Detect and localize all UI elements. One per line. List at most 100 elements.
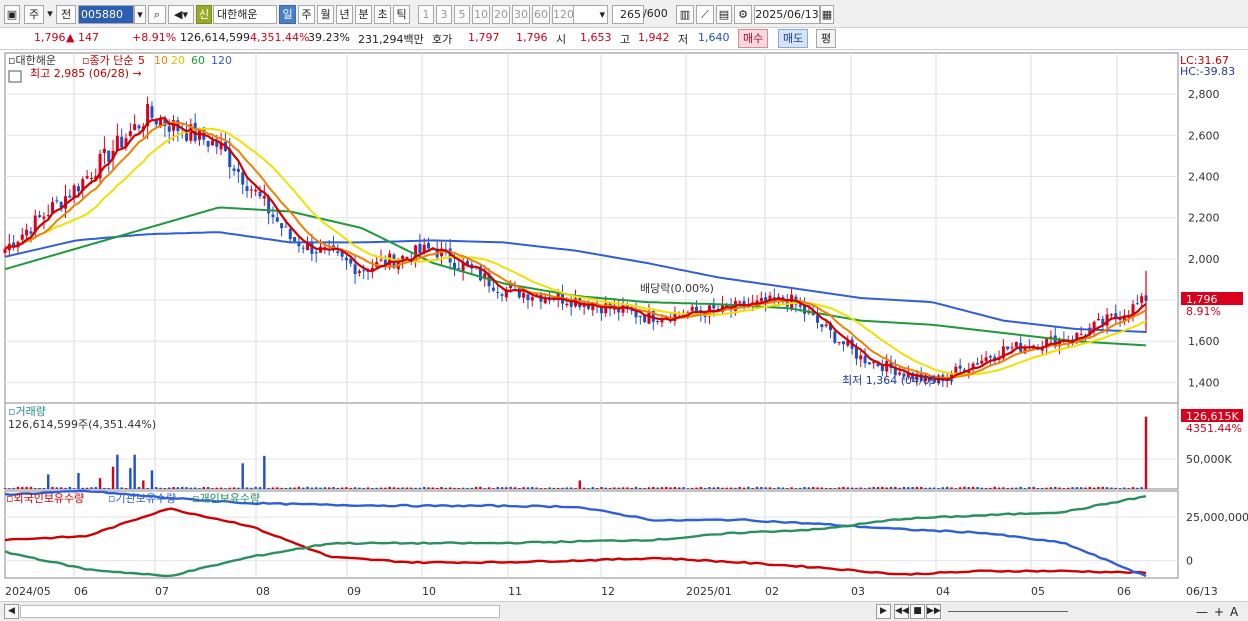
interval-button-10[interactable]: 10 [472, 5, 490, 24]
interval-button-30[interactable]: 30 [512, 5, 530, 24]
candle-body [89, 178, 93, 180]
volume-bar [107, 487, 110, 489]
type-button[interactable]: 주 [24, 5, 44, 24]
scroll-right-icon[interactable]: ▶ [876, 604, 891, 619]
volume-bar [232, 487, 236, 489]
period-button-0[interactable]: 일 [279, 5, 296, 24]
volume-bar [803, 487, 806, 489]
table-icon [8, 70, 22, 83]
volume-bar [388, 486, 391, 489]
volume-bar [872, 486, 875, 489]
save-icon[interactable]: ▤ [716, 5, 732, 24]
scroll-thumb[interactable] [20, 605, 500, 618]
candle-body [245, 186, 249, 191]
volume-bar [25, 486, 28, 489]
volume-bar [1110, 487, 1113, 489]
candle-body [1010, 347, 1014, 349]
candle-body [336, 251, 340, 253]
candle-body [85, 176, 89, 179]
volume-bar [513, 487, 517, 489]
volume-bar [816, 487, 819, 489]
candle-body [1096, 318, 1100, 321]
search-icon[interactable]: ⌕ [148, 5, 166, 24]
zoom-out-icon[interactable]: — [1196, 605, 1208, 619]
volume-bar [518, 487, 521, 489]
candle-body [1092, 321, 1096, 329]
forward-icon[interactable]: ▶▶ [926, 604, 941, 619]
volume-bar [314, 487, 318, 489]
candle-body [107, 150, 111, 162]
candle-body [293, 237, 297, 242]
period-button-3[interactable]: 년 [336, 5, 353, 24]
interval-button-1[interactable]: 1 [418, 5, 434, 24]
volume-bar [241, 463, 244, 489]
period-button-2[interactable]: 월 [317, 5, 334, 24]
candle-body [249, 189, 253, 191]
volume-bar [193, 487, 197, 489]
volume-bar [1075, 487, 1079, 489]
volume-bar [863, 488, 867, 489]
zoom-slider[interactable] [948, 611, 1068, 612]
volume-bar [68, 486, 72, 489]
candle-body [790, 294, 794, 309]
rewind-icon[interactable]: ◀◀ [894, 604, 909, 619]
interval-button-120[interactable]: 120 [552, 5, 574, 24]
candle-body [20, 234, 24, 240]
interval-button-5[interactable]: 5 [454, 5, 470, 24]
current-price: 1,796 [34, 31, 66, 44]
scroll-left-icon[interactable]: ◀ [4, 604, 19, 619]
candle-body [1140, 296, 1144, 303]
candle-body [837, 341, 841, 343]
period-button-1[interactable]: 주 [298, 5, 315, 24]
zoom-in-icon[interactable]: + [1214, 605, 1224, 619]
volume-bar [336, 487, 339, 489]
period-button-5[interactable]: 초 [374, 5, 391, 24]
bar-chart-icon[interactable]: ▥ [676, 5, 694, 24]
x-tick-label: 06 [1117, 585, 1131, 598]
volume: 126,614,599 [180, 31, 250, 44]
line-tool-icon[interactable]: ⟋ [696, 5, 714, 24]
stock-code-input[interactable]: 005880 [78, 5, 134, 24]
volume-bar [742, 487, 746, 489]
interval-input[interactable]: ▾ [572, 5, 608, 24]
candle-body [357, 271, 361, 274]
chart-area[interactable]: 1,4001,6001,8002,0002,2002,4002,6002,800… [0, 51, 1248, 619]
chevron-down-icon[interactable]: ▾ [134, 5, 146, 24]
volume-bar [319, 487, 322, 489]
period-button-6[interactable]: 틱 [393, 5, 410, 24]
sell-button[interactable]: 매도 [778, 29, 809, 48]
holdings-y-tick-label: 25,000,000 [1186, 511, 1248, 524]
scroll-bar[interactable]: ◀ ▶ ◀◀ ■ ▶▶ — + A [0, 601, 1248, 621]
eval-button[interactable]: 평 [816, 29, 837, 48]
sound-icon[interactable]: ◀▾ [168, 5, 194, 24]
font-size-icon[interactable]: A [1230, 605, 1238, 619]
volume-bar [885, 487, 888, 489]
volume-bar [509, 486, 512, 489]
volume-bar [276, 487, 279, 489]
gear-icon[interactable]: ⚙ [734, 5, 752, 24]
chart-svg[interactable]: 1,4001,6001,8002,0002,2002,4002,6002,800… [0, 51, 1248, 601]
prev-button[interactable]: 전 [56, 5, 76, 24]
volume-bar [902, 486, 906, 489]
candle-body [958, 365, 962, 369]
volume-bar [790, 487, 793, 489]
volume-bar [954, 488, 958, 489]
volume-bar [150, 470, 154, 489]
period-button-4[interactable]: 분 [355, 5, 372, 24]
volume-bar [933, 487, 936, 489]
window-icon[interactable]: ▣ [4, 5, 20, 24]
chevron-down-icon[interactable]: ▾ [46, 5, 54, 24]
buy-button[interactable]: 매수 [738, 29, 769, 48]
candle-body [115, 135, 119, 151]
calendar-icon[interactable]: ▦ [820, 5, 834, 24]
candle-body [975, 363, 979, 365]
interval-button-60[interactable]: 60 [532, 5, 550, 24]
interval-button-20[interactable]: 20 [492, 5, 510, 24]
date-input[interactable]: 2025/06/13 [754, 5, 820, 24]
volume-bar [600, 487, 603, 489]
stop-icon[interactable]: ■ [910, 604, 925, 619]
volume-bar [604, 487, 607, 489]
candle-body [42, 216, 46, 219]
count-input[interactable]: 265 [612, 5, 644, 24]
interval-button-3[interactable]: 3 [436, 5, 452, 24]
